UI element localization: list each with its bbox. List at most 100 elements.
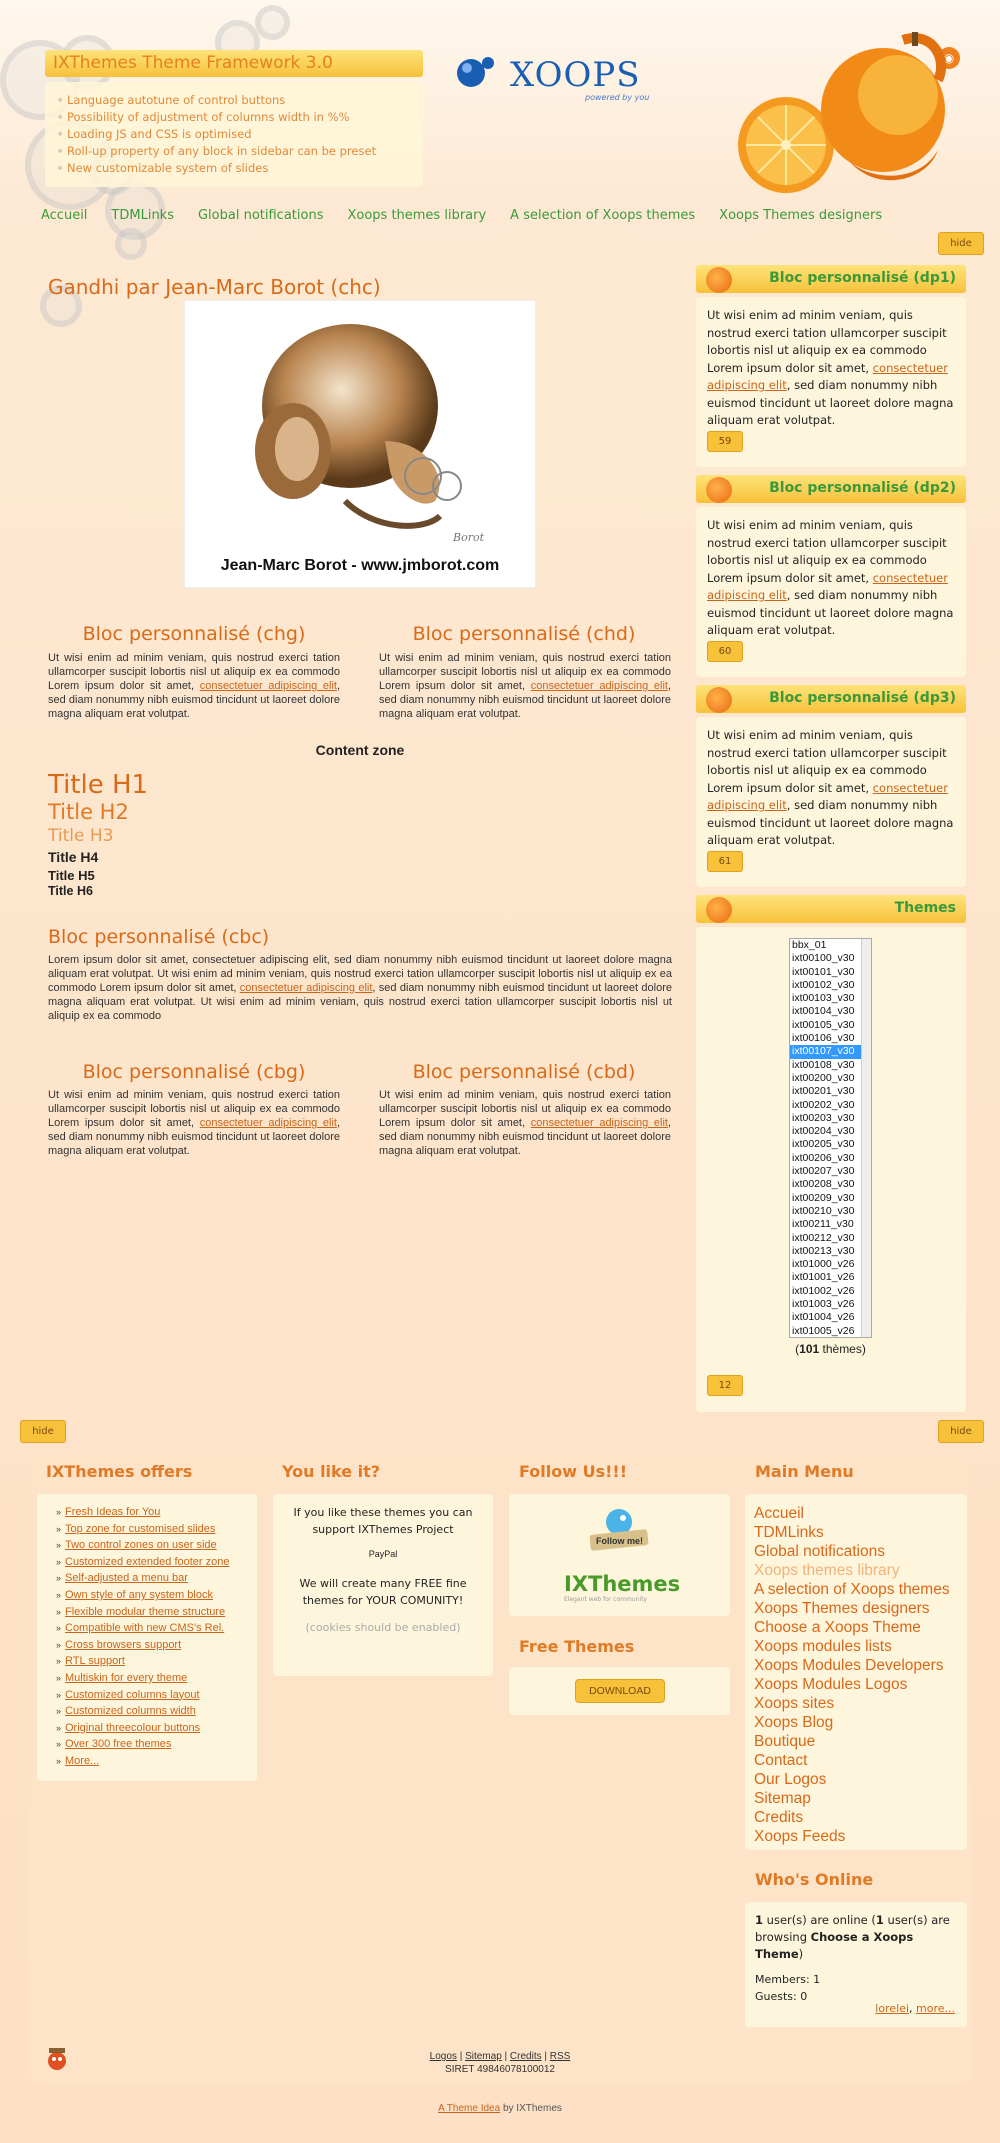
main-menu-item[interactable]: A selection of Xoops themes — [754, 1580, 958, 1599]
theme-option[interactable]: ixt01004_v26 — [790, 1311, 871, 1324]
theme-option[interactable]: ixt01001_v26 — [790, 1271, 871, 1284]
theme-option[interactable]: ixt00208_v30 — [790, 1178, 871, 1191]
theme-option[interactable]: ixt00101_v30 — [790, 966, 871, 979]
nav-item[interactable]: Accueil — [41, 208, 87, 228]
offer-link[interactable]: Compatible with new CMS's Rel. — [65, 1622, 224, 1634]
main-menu-item[interactable]: Global notifications — [754, 1542, 958, 1561]
theme-option[interactable]: ixt00207_v30 — [790, 1165, 871, 1178]
block-cbd-link[interactable]: consectetuer adipiscing elit — [531, 1117, 668, 1129]
footer-link[interactable]: Logos — [430, 2051, 457, 2062]
main-menu-item[interactable]: Our Logos — [754, 1770, 958, 1789]
hide-right-bottom-button[interactable]: hide — [938, 1420, 984, 1443]
offer-link[interactable]: Customized columns width — [65, 1705, 196, 1717]
footer-link[interactable]: RSS — [550, 2051, 571, 2062]
main-menu-item[interactable]: TDMLinks — [754, 1523, 958, 1542]
nav-item[interactable]: Xoops themes library — [347, 208, 486, 228]
main-menu-item[interactable]: Contact — [754, 1751, 958, 1770]
main-menu-item[interactable]: Xoops Modules Developers — [754, 1656, 958, 1675]
download-button[interactable]: DOWNLOAD — [575, 1679, 665, 1703]
block-cbg-link[interactable]: consectetuer adipiscing elit — [200, 1117, 337, 1129]
main-menu-item[interactable]: Boutique — [754, 1732, 958, 1751]
main-menu-item[interactable]: Xoops Feeds — [754, 1827, 958, 1846]
offer-link[interactable]: Own style of any system block — [65, 1589, 213, 1601]
theme-option[interactable]: ixt00104_v30 — [790, 1005, 871, 1018]
theme-option[interactable]: ixt00200_v30 — [790, 1072, 871, 1085]
offer-link[interactable]: Self-adjusted a menu bar — [65, 1572, 188, 1584]
theme-option[interactable]: ixt00102_v30 — [790, 979, 871, 992]
theme-option[interactable]: bbx_01 — [790, 939, 871, 952]
block-chd-link[interactable]: consectetuer adipiscing elit — [531, 680, 668, 692]
xoops-logo[interactable]: XOOPS powered by you — [455, 55, 650, 102]
offer-link[interactable]: RTL support — [65, 1655, 125, 1667]
main-menu-item[interactable]: Xoops Modules Logos — [754, 1675, 958, 1694]
main-menu-item[interactable]: Sitemap — [754, 1789, 958, 1808]
main-menu-item[interactable]: Xoops Themes designers — [754, 1599, 958, 1618]
offer-link[interactable]: Original threecolour buttons — [65, 1722, 200, 1734]
main-menu-item[interactable]: Xoops Blog — [754, 1713, 958, 1732]
footer-link[interactable]: Credits — [510, 2051, 542, 2062]
main-menu-item[interactable]: Accueil — [754, 1504, 958, 1523]
main-menu-item[interactable]: Xoops sites — [754, 1694, 958, 1713]
sidebar-dp2-header[interactable]: Bloc personnalisé (dp2) — [696, 475, 966, 503]
main-menu-item[interactable]: Credits — [754, 1808, 958, 1827]
theme-option[interactable]: ixt00213_v30 — [790, 1245, 871, 1258]
theme-option[interactable]: ixt00201_v30 — [790, 1085, 871, 1098]
theme-option[interactable]: ixt00202_v30 — [790, 1099, 871, 1112]
nav-item[interactable]: Xoops Themes designers — [719, 208, 882, 228]
theme-option[interactable]: ixt01003_v26 — [790, 1298, 871, 1311]
online-more-link[interactable]: more... — [916, 2002, 955, 2015]
offer-link[interactable]: Customized extended footer zone — [65, 1556, 230, 1568]
hide-left-button[interactable]: hide — [20, 1420, 66, 1443]
block-cbc-link[interactable]: consectetuer adipiscing elit — [240, 982, 373, 994]
main-menu-item[interactable]: Choose a Xoops Theme — [754, 1618, 958, 1637]
theme-option[interactable]: ixt00209_v30 — [790, 1192, 871, 1205]
theme-option[interactable]: ixt00211_v30 — [790, 1218, 871, 1231]
theme-option[interactable]: ixt00210_v30 — [790, 1205, 871, 1218]
theme-option[interactable]: ixt00206_v30 — [790, 1152, 871, 1165]
main-menu-item[interactable]: Xoops modules lists — [754, 1637, 958, 1656]
theme-option[interactable]: ixt00106_v30 — [790, 1032, 871, 1045]
theme-option[interactable]: ixt00105_v30 — [790, 1019, 871, 1032]
theme-option[interactable]: ixt01002_v26 — [790, 1285, 871, 1298]
sidebar-dp2-count-button[interactable]: 60 — [707, 641, 743, 662]
offer-link[interactable]: Over 300 free themes — [65, 1738, 171, 1750]
offer-link[interactable]: Two control zones on user side — [65, 1539, 217, 1551]
theme-option[interactable]: ixt00100_v30 — [790, 952, 871, 965]
theme-option[interactable]: ixt00203_v30 — [790, 1112, 871, 1125]
theme-option[interactable]: ixt00205_v30 — [790, 1138, 871, 1151]
theme-option[interactable]: ixt00103_v30 — [790, 992, 871, 1005]
theme-option[interactable]: ixt00212_v30 — [790, 1232, 871, 1245]
sidebar-dp3-count-button[interactable]: 61 — [707, 851, 743, 872]
themes-count-button[interactable]: 12 — [707, 1375, 743, 1396]
offer-link[interactable]: Cross browsers support — [65, 1639, 181, 1651]
ixthemes-logo[interactable]: IXThemes Elegant web for community — [564, 1572, 680, 1606]
offer-link[interactable]: Customized columns layout — [65, 1689, 200, 1701]
nav-item[interactable]: A selection of Xoops themes — [510, 208, 695, 228]
theme-option[interactable]: ixt00204_v30 — [790, 1125, 871, 1138]
footer-link[interactable]: Sitemap — [465, 2051, 502, 2062]
sidebar-dp1-header[interactable]: Bloc personnalisé (dp1) — [696, 265, 966, 293]
hide-right-button[interactable]: hide — [938, 232, 984, 255]
offer-link[interactable]: Multiskin for every theme — [65, 1672, 187, 1684]
sidebar-dp1-count-button[interactable]: 59 — [707, 431, 743, 452]
theme-select-list[interactable]: bbx_01 ixt00100_v30 ixt00101_v30 ixt00102_v… — [789, 938, 872, 1338]
offer-link[interactable]: Fresh Ideas for You — [65, 1506, 160, 1518]
paypal-button[interactable]: PayPal — [285, 1546, 481, 1563]
nav-item[interactable]: Global notifications — [198, 208, 323, 228]
offer-link[interactable]: Flexible modular theme structure — [65, 1606, 225, 1618]
block-chg-link[interactable]: consectetuer adipiscing elit — [200, 680, 337, 692]
theme-option[interactable]: ixt01000_v26 — [790, 1258, 871, 1271]
theme-option[interactable]: ixt01005_v26 — [790, 1325, 871, 1337]
nav-item[interactable]: TDMLinks — [111, 208, 174, 228]
offer-link[interactable]: More... — [65, 1755, 99, 1767]
gandhi-caricature-image[interactable]: Borot Jean-Marc Borot - www.jmborot.com — [184, 300, 536, 588]
credit-link[interactable]: A Theme Idea — [438, 2103, 500, 2114]
main-menu-item[interactable]: Xoops themes library — [754, 1561, 958, 1580]
theme-option[interactable]: ixt00107_v30 — [790, 1045, 871, 1059]
online-user-link[interactable]: lorelei — [875, 2002, 909, 2015]
theme-list-scrollbar[interactable] — [861, 939, 871, 1337]
sidebar-themes-header[interactable]: Themes — [696, 895, 966, 923]
followme-badge[interactable]: Follow me! — [584, 1506, 654, 1554]
offer-link[interactable]: Top zone for customised slides — [65, 1523, 215, 1535]
theme-option[interactable]: ixt00108_v30 — [790, 1059, 871, 1072]
